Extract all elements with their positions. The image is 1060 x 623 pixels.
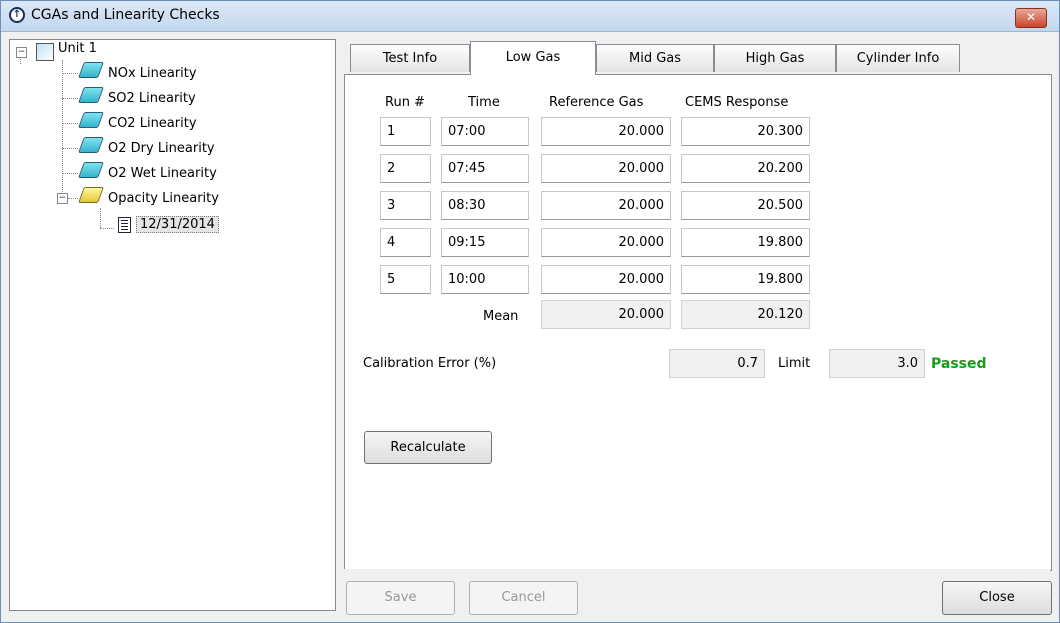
mean-reference-gas: 20.000 xyxy=(541,300,671,329)
tree-item-o2-dry-linearity[interactable]: O2 Dry Linearity xyxy=(108,139,215,159)
header-time: Time xyxy=(468,95,500,110)
close-button[interactable]: Close xyxy=(942,581,1052,615)
tab-mid-gas[interactable]: Mid Gas xyxy=(596,44,714,72)
linearity-book-icon xyxy=(78,62,104,78)
mean-label: Mean xyxy=(483,309,519,324)
tree-item-nox-linearity[interactable]: NOx Linearity xyxy=(108,64,197,84)
main-window: ↑ CGAs and Linearity Checks ✕ − Unit 1 N… xyxy=(0,0,1060,623)
tab-low-gas[interactable]: Low Gas xyxy=(470,41,596,75)
tree-item-o2-wet-linearity[interactable]: O2 Wet Linearity xyxy=(108,164,217,184)
tree-connector xyxy=(100,228,114,229)
calibration-error-value: 0.7 xyxy=(669,349,765,378)
cems-response-field[interactable]: 20.500 xyxy=(681,191,810,220)
status-passed: Passed xyxy=(931,356,987,372)
run-number-field[interactable]: 1 xyxy=(380,117,431,146)
limit-label: Limit xyxy=(778,356,811,371)
tree-item-date-label: 12/31/2014 xyxy=(136,216,219,233)
reference-gas-field[interactable]: 20.000 xyxy=(541,265,671,294)
tree-item-co2-linearity[interactable]: CO2 Linearity xyxy=(108,114,197,134)
calibration-error-label: Calibration Error (%) xyxy=(363,356,497,371)
tree-connector xyxy=(62,98,78,99)
header-reference-gas: Reference Gas xyxy=(549,95,644,110)
linearity-tree[interactable]: − Unit 1 NOx Linearity SO2 Linearity CO2… xyxy=(9,39,336,611)
time-field[interactable]: 07:45 xyxy=(441,154,529,183)
tree-collapse-unit-1[interactable]: − xyxy=(16,47,27,58)
opacity-book-icon xyxy=(78,187,104,203)
tree-item-unit-1[interactable]: Unit 1 xyxy=(58,39,97,59)
tree-connector xyxy=(62,60,63,202)
cems-response-field[interactable]: 19.800 xyxy=(681,228,810,257)
run-number-field[interactable]: 2 xyxy=(380,154,431,183)
cems-response-field[interactable]: 20.200 xyxy=(681,154,810,183)
run-number-field[interactable]: 4 xyxy=(380,228,431,257)
tree-item-test-date[interactable]: 12/31/2014 xyxy=(136,215,219,235)
limit-value: 3.0 xyxy=(829,349,925,378)
time-field[interactable]: 08:30 xyxy=(441,191,529,220)
tree-collapse-opacity[interactable]: − xyxy=(57,193,68,204)
tree-connector xyxy=(100,208,101,228)
window-close-button[interactable]: ✕ xyxy=(1015,8,1047,28)
linearity-book-icon xyxy=(78,162,104,178)
header-run: Run # xyxy=(385,95,425,110)
tab-test-info[interactable]: Test Info xyxy=(350,44,470,72)
linearity-book-icon xyxy=(78,112,104,128)
tab-cylinder-info[interactable]: Cylinder Info xyxy=(836,44,960,72)
tree-item-opacity-linearity[interactable]: Opacity Linearity xyxy=(108,189,219,209)
cancel-button[interactable]: Cancel xyxy=(469,581,578,615)
header-cems-response: CEMS Response xyxy=(685,95,789,110)
linearity-book-icon xyxy=(78,87,104,103)
tree-connector xyxy=(68,198,78,199)
run-number-field[interactable]: 3 xyxy=(380,191,431,220)
window-title: CGAs and Linearity Checks xyxy=(31,7,220,23)
time-field[interactable]: 09:15 xyxy=(441,228,529,257)
linearity-book-icon xyxy=(78,137,104,153)
tree-connector xyxy=(62,173,78,174)
reference-gas-field[interactable]: 20.000 xyxy=(541,228,671,257)
time-field[interactable]: 07:00 xyxy=(441,117,529,146)
tree-connector xyxy=(62,148,78,149)
time-field[interactable]: 10:00 xyxy=(441,265,529,294)
cems-response-field[interactable]: 20.300 xyxy=(681,117,810,146)
save-button[interactable]: Save xyxy=(346,581,455,615)
mean-cems-response: 20.120 xyxy=(681,300,810,329)
tab-high-gas[interactable]: High Gas xyxy=(714,44,836,72)
unit-icon xyxy=(36,43,54,61)
document-icon xyxy=(118,217,131,233)
app-icon: ↑ xyxy=(9,7,25,23)
reference-gas-field[interactable]: 20.000 xyxy=(541,117,671,146)
reference-gas-field[interactable]: 20.000 xyxy=(541,191,671,220)
reference-gas-field[interactable]: 20.000 xyxy=(541,154,671,183)
tree-connector xyxy=(62,73,78,74)
recalculate-button[interactable]: Recalculate xyxy=(364,431,492,464)
title-bar: ↑ CGAs and Linearity Checks ✕ xyxy=(1,1,1059,32)
run-number-field[interactable]: 5 xyxy=(380,265,431,294)
tree-connector xyxy=(62,123,78,124)
cems-response-field[interactable]: 19.800 xyxy=(681,265,810,294)
tree-item-so2-linearity[interactable]: SO2 Linearity xyxy=(108,89,196,109)
